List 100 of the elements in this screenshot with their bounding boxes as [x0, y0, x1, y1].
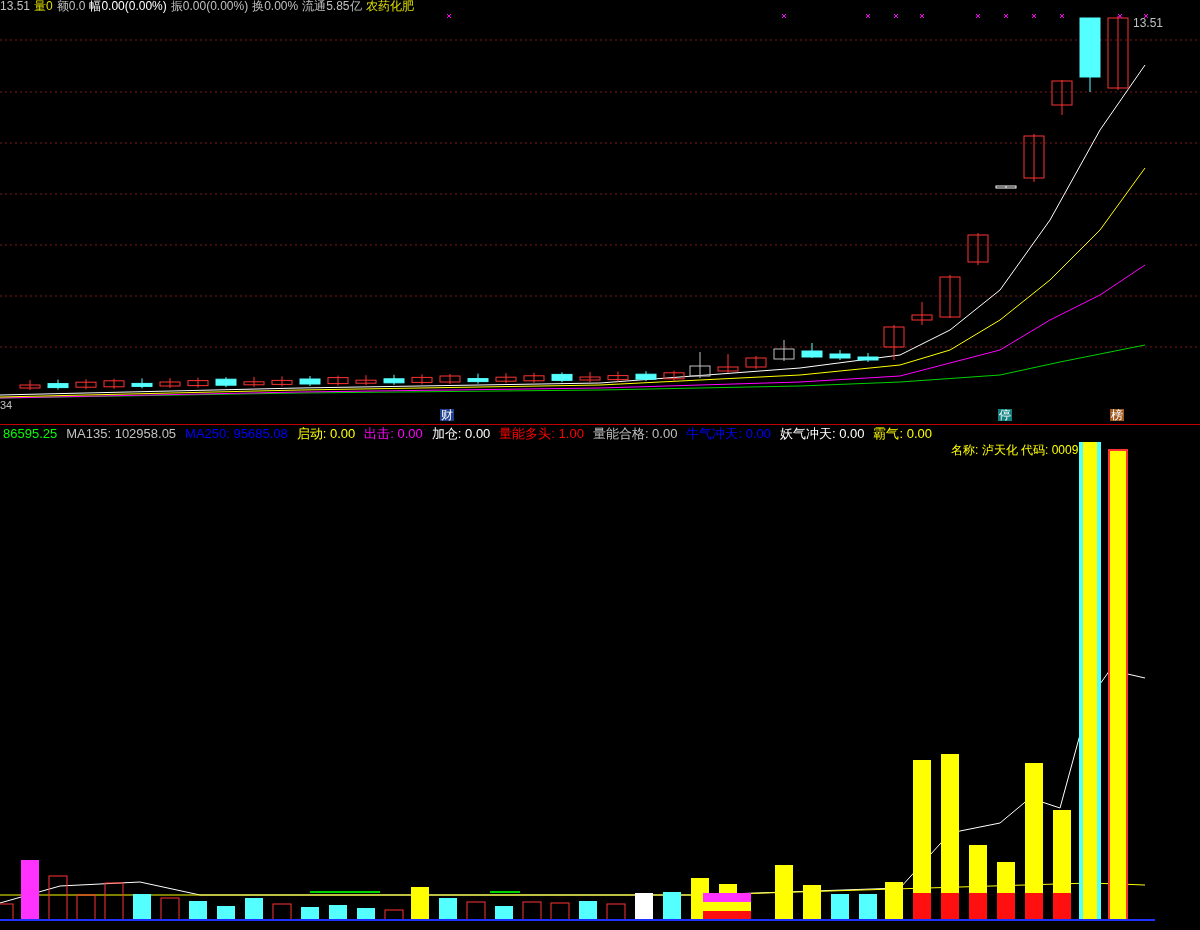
volume-bar — [48, 875, 68, 921]
candlestick — [355, 374, 377, 386]
candlestick — [47, 379, 69, 391]
candlestick — [243, 376, 265, 388]
volume-bar — [272, 903, 292, 921]
volume-bar — [245, 898, 263, 920]
indicator-value: MA135: 102958.05 — [66, 426, 177, 440]
volume-bar — [522, 901, 542, 921]
candlestick — [829, 349, 851, 361]
candlestick — [663, 370, 685, 382]
candlestick — [635, 370, 657, 382]
quote-field: 农药化肥 — [365, 0, 414, 12]
candlestick — [801, 342, 823, 359]
cross-marker-icon — [893, 13, 899, 19]
cross-marker-icon — [1143, 13, 1149, 19]
candlestick — [883, 324, 905, 361]
indicator-value: 妖气冲天: 0.00 — [779, 426, 865, 440]
cross-marker-icon — [1059, 13, 1065, 19]
indicator-value: 86595.25 — [3, 426, 58, 440]
quote-field: 13.51 — [0, 0, 31, 12]
volume-bar — [133, 894, 151, 920]
candlestick — [689, 351, 711, 379]
cross-marker-icon — [975, 13, 981, 19]
candlestick — [911, 301, 933, 326]
volume-bar — [803, 885, 821, 920]
signal-line — [489, 891, 521, 893]
volume-bar — [217, 906, 235, 920]
quote-field: 额0.0 — [56, 0, 86, 12]
quote-field: 换0.00% — [252, 0, 299, 12]
candlestick — [439, 373, 461, 385]
indicator-value: 加仓: 0.00 — [431, 426, 491, 440]
candlestick — [271, 375, 293, 387]
cross-marker-icon — [781, 13, 787, 19]
candlestick — [1051, 79, 1073, 116]
volume-bar — [160, 897, 180, 921]
cross-marker-icon — [919, 13, 925, 19]
candlestick — [103, 378, 125, 390]
volume-bar — [466, 901, 486, 921]
candlestick — [607, 371, 629, 383]
volume-bar — [439, 898, 457, 920]
candlestick — [523, 372, 545, 384]
volume-bar — [606, 903, 626, 921]
volume-bar — [357, 908, 375, 920]
candlestick — [773, 339, 795, 362]
volume-bar — [104, 882, 124, 921]
volume-bar — [0, 903, 14, 921]
candlestick — [967, 232, 989, 266]
volume-bar — [997, 862, 1015, 920]
cross-marker-icon — [1117, 13, 1123, 19]
candlestick — [1023, 133, 1045, 183]
volume-bar — [495, 906, 513, 920]
volume-bar — [663, 892, 681, 920]
event-marker[interactable]: 财 — [440, 409, 454, 421]
stacked-signal-bar — [703, 893, 751, 920]
volume-bar — [76, 894, 96, 921]
indicator-value: 出击: 0.00 — [364, 426, 423, 440]
candlestick — [579, 371, 601, 383]
candlestick — [215, 376, 237, 388]
volume-bar — [859, 894, 877, 920]
stock-name-label: 名称: 泸天化 代码: 0009 — [951, 444, 1079, 456]
candlestick — [717, 353, 739, 374]
quote-field: 振0.00(0.00%) — [170, 0, 249, 12]
candlestick — [411, 373, 433, 385]
indicator-value: 牛气冲天: 0.00 — [686, 426, 771, 440]
candlestick — [131, 377, 153, 389]
quote-field: 量0 — [34, 0, 53, 12]
candlestick — [467, 373, 489, 385]
cross-marker-icon — [865, 13, 871, 19]
price-label: 13.51 — [1133, 17, 1164, 29]
cross-marker-icon — [446, 13, 452, 19]
candlestick — [187, 377, 209, 389]
event-marker[interactable]: 榜 — [1110, 409, 1124, 421]
candlestick — [19, 379, 41, 391]
candlestick — [299, 375, 321, 387]
candlestick — [939, 274, 961, 319]
candlestick — [995, 185, 1017, 189]
candlestick — [327, 375, 349, 387]
cross-marker-icon — [1003, 13, 1009, 19]
candlestick — [159, 377, 181, 389]
volume-bar — [550, 902, 570, 921]
quote-field: 流通5.85亿 — [302, 0, 362, 12]
indicator-value: 量能合格: 0.00 — [592, 426, 678, 440]
candlestick — [495, 372, 517, 384]
volume-bar — [384, 909, 404, 921]
volume-bar — [885, 882, 903, 920]
candlestick — [551, 371, 573, 383]
cross-marker-icon — [1031, 13, 1037, 19]
candlestick — [857, 352, 879, 363]
quote-field: 幅0.00(0.00%) — [89, 0, 167, 12]
volume-bar — [411, 887, 429, 920]
volume-bar — [635, 893, 653, 920]
candlestick — [745, 355, 767, 370]
candlestick — [75, 378, 97, 390]
event-marker[interactable]: 停 — [998, 409, 1012, 421]
indicator-value: MA250: 95685.08 — [185, 426, 288, 440]
price-label: 34 — [0, 400, 13, 411]
volume-bar — [775, 865, 793, 920]
indicator-value: 启动: 0.00 — [296, 426, 356, 440]
signal-line — [309, 891, 381, 893]
candlestick — [383, 374, 405, 386]
